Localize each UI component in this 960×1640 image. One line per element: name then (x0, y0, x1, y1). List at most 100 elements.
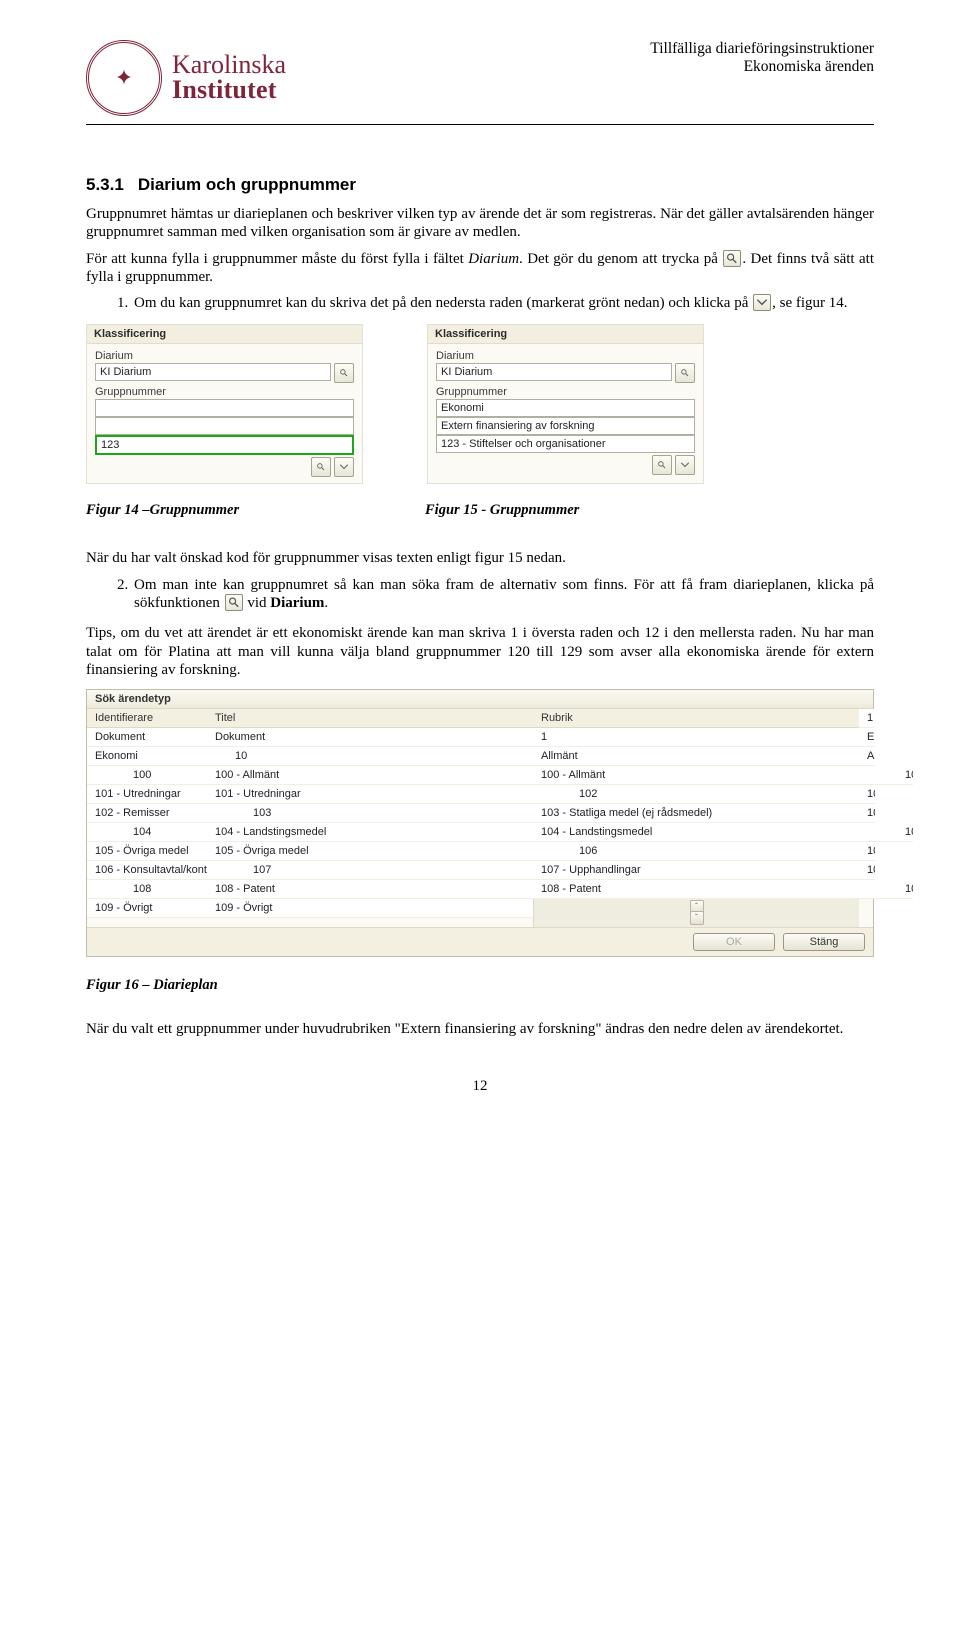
table-cell-rubrik[interactable]: 100 - Allmänt (533, 766, 859, 785)
grupp-b-1[interactable]: Ekonomi (436, 399, 695, 417)
ordered-list-1: Om du kan gruppnumret kan du skriva det … (86, 294, 874, 312)
diarium-search-a[interactable] (334, 363, 354, 383)
klassificering-panel-b: Klassificering Diarium KI Diarium Gruppn… (427, 324, 704, 484)
header-right-1: Tillfälliga diarieföringsinstruktioner (650, 40, 874, 58)
col-identifierare[interactable]: Identifierare (87, 709, 207, 728)
logo-line2: Institutet (172, 78, 286, 103)
close-button[interactable]: Stäng (783, 933, 865, 951)
label-diarium-a: Diarium (95, 350, 354, 362)
table-cell-id[interactable]: 100 (87, 766, 207, 785)
para-4: Tips, om du vet att ärendet är ett ekono… (86, 624, 874, 679)
table-cell-titel[interactable]: Ekonomi (859, 728, 875, 747)
list-item-2: Om man inte kan gruppnumret så kan man s… (132, 576, 874, 613)
sok-title: Sök ärendetyp (87, 690, 873, 709)
table-cell-titel[interactable]: 102 - Remisser (859, 785, 875, 804)
table-cell-id[interactable]: 10 (207, 747, 533, 766)
table-cell-rubrik[interactable]: Ekonomi (87, 747, 207, 766)
table-cell-id[interactable]: 109 (859, 880, 913, 899)
ordered-list-2: Om man inte kan gruppnumret så kan man s… (86, 576, 874, 613)
table-cell-id[interactable]: 104 (87, 823, 207, 842)
para-5: När du valt ett gruppnummer under huvudr… (86, 1020, 874, 1038)
table-cell-titel[interactable]: Allmänt (533, 747, 859, 766)
tool-search-b[interactable] (652, 455, 672, 475)
header-rule (86, 124, 874, 125)
table-cell-id[interactable]: 103 (207, 804, 533, 823)
table-cell-rubrik[interactable]: 101 - Utredningar (207, 785, 533, 804)
search-icon (225, 594, 243, 611)
ok-button[interactable]: OK (693, 933, 775, 951)
diarium-search-b[interactable] (675, 363, 695, 383)
tool-search-a[interactable] (311, 457, 331, 477)
tool-apply-b[interactable] (675, 455, 695, 475)
table-cell-titel[interactable]: 103 - Statliga medel (ej rådsmedel) (533, 804, 859, 823)
sok-grid: Identifierare Titel Rubrik 1DokumentDoku… (87, 709, 873, 926)
apply-icon (753, 294, 771, 311)
li2-bold: Diarium (270, 595, 324, 611)
grupp-b-2[interactable]: Extern finansiering av forskning (436, 417, 695, 435)
search-icon (723, 250, 741, 267)
table-cell-titel[interactable]: 105 - Övriga medel (87, 842, 207, 861)
table-cell-titel[interactable]: 109 - Övrigt (87, 899, 207, 918)
figure-15-caption: Figur 15 - Gruppnummer (425, 502, 700, 519)
scroll-down-icon[interactable]: ˇ (690, 911, 704, 925)
table-cell-titel[interactable]: 100 - Allmänt (207, 766, 533, 785)
grupp-a-1[interactable] (95, 399, 354, 417)
table-cell-rubrik[interactable]: 102 - Remisser (87, 804, 207, 823)
section-number: 5.3.1 (86, 175, 124, 194)
table-cell-titel[interactable]: 108 - Patent (207, 880, 533, 899)
col-rubrik[interactable]: Rubrik (533, 709, 859, 728)
table-cell-id[interactable]: 106 (533, 842, 859, 861)
table-cell-rubrik[interactable]: 106 - Konsultavtal/kontrakt (87, 861, 207, 880)
table-cell-titel[interactable]: 106 - Konsultavtal/kontrakt (859, 842, 875, 861)
para-1: Gruppnumret hämtas ur diarieplanen och b… (86, 205, 874, 242)
table-cell-titel[interactable]: 101 - Utredningar (87, 785, 207, 804)
label-gruppnummer-b: Gruppnummer (436, 386, 695, 398)
table-cell-titel[interactable]: Dokument (87, 728, 207, 747)
col-titel[interactable]: Titel (207, 709, 533, 728)
table-cell-id[interactable]: 1 (533, 728, 859, 747)
table-cell-id[interactable]: 105 (859, 823, 913, 842)
table-cell-rubrik[interactable]: 107 - Upphandlingar (859, 861, 875, 880)
table-cell-rubrik[interactable]: 104 - Landstingsmedel (533, 823, 859, 842)
screenshot-row: Klassificering Diarium KI Diarium Gruppn… (86, 324, 874, 484)
list-item-1: Om du kan gruppnumret kan du skriva det … (132, 294, 874, 312)
diarium-input-a[interactable]: KI Diarium (95, 363, 331, 381)
table-cell-id[interactable]: 101 (859, 766, 913, 785)
li2-c: . (324, 595, 328, 611)
para-2b: . Det gör du genom att trycka på (519, 251, 722, 267)
table-cell-titel[interactable]: 104 - Landstingsmedel (207, 823, 533, 842)
figure-14-caption: Figur 14 –Gruppnummer (86, 502, 361, 519)
li2-b: vid (244, 595, 271, 611)
table-cell-rubrik[interactable]: Allmänt (859, 747, 875, 766)
table-cell-id[interactable]: 102 (533, 785, 859, 804)
table-cell-rubrik[interactable]: Dokument (207, 728, 533, 747)
diarium-input-b[interactable]: KI Diarium (436, 363, 672, 381)
para-2: För att kunna fylla i gruppnummer måste … (86, 250, 874, 287)
tool-apply-a[interactable] (334, 457, 354, 477)
table-cell-rubrik[interactable]: 109 - Övrigt (207, 899, 533, 918)
grupp-a-3[interactable]: 123 (95, 435, 354, 455)
table-cell-rubrik[interactable]: 105 - Övriga medel (207, 842, 533, 861)
sok-footer: OK Stäng (87, 927, 873, 956)
page-header: Karolinska Institutet Tillfälliga diarie… (86, 40, 874, 116)
scrollbar[interactable]: ˆ ˇ (533, 899, 859, 926)
table-cell-rubrik[interactable]: 108 - Patent (533, 880, 859, 899)
table-cell-id[interactable]: 107 (207, 861, 533, 880)
grupp-a-2[interactable] (95, 417, 354, 435)
para-2a: För att kunna fylla i gruppnummer måste … (86, 251, 468, 267)
section-heading: 5.3.1Diarium och gruppnummer (86, 175, 874, 195)
table-cell-rubrik[interactable]: 103 - Statliga medel (ej rådsmedel) (859, 804, 875, 823)
table-cell-id[interactable]: 1 (859, 709, 875, 728)
figure-16-caption: Figur 16 – Diarieplan (86, 977, 874, 994)
table-cell-titel[interactable]: 107 - Upphandlingar (533, 861, 859, 880)
logo-text: Karolinska Institutet (172, 53, 286, 102)
label-gruppnummer-a: Gruppnummer (95, 386, 354, 398)
panel-b-header: Klassificering (428, 325, 703, 344)
grupp-b-3[interactable]: 123 - Stiftelser och organisationer (436, 435, 695, 453)
panel-a-header: Klassificering (87, 325, 362, 344)
para-3: När du har valt önskad kod för gruppnumm… (86, 549, 874, 567)
table-cell-id[interactable]: 108 (87, 880, 207, 899)
header-right: Tillfälliga diarieföringsinstruktioner E… (650, 40, 874, 76)
header-right-2: Ekonomiska ärenden (650, 58, 874, 76)
para-2-italic: Diarium (468, 251, 519, 267)
